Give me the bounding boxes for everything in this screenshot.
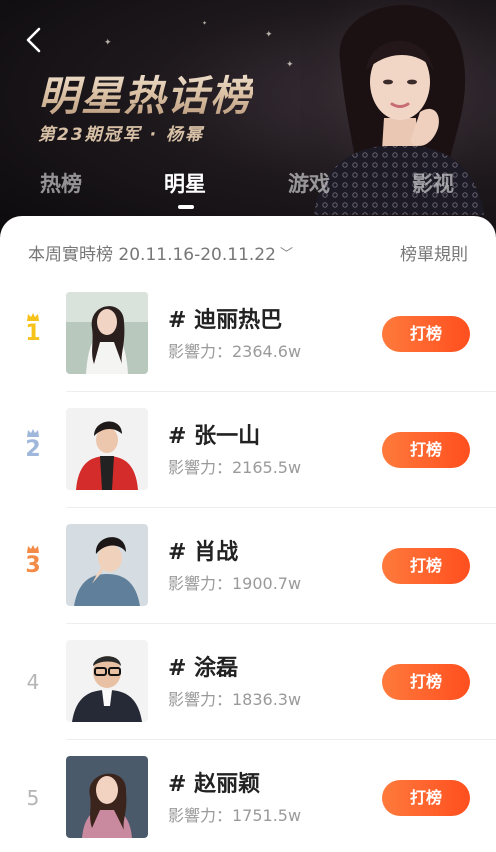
influence-score: 影響力：2165.5w bbox=[168, 458, 302, 477]
rank-number: 1 bbox=[25, 321, 41, 346]
ranking-row[interactable]: 1 # 迪丽热巴 影響力：2364.6w 打榜 bbox=[0, 276, 496, 392]
star-name: # 涂磊 bbox=[168, 656, 239, 681]
header-banner: ✦ ✦ ✦ ✦ 明星热话榜 第23期冠军 · 杨幂 热榜 明星 游戏 影视 bbox=[0, 0, 496, 240]
ranking-row[interactable]: 4 # 涂磊 影響力：1836.3w 打榜 bbox=[0, 624, 496, 740]
avatar[interactable] bbox=[66, 640, 148, 722]
ranking-card: 本周實時榜 20.11.16-20.11.22 ﹀ 榜單規則 1 # 迪丽热巴 … bbox=[0, 216, 496, 852]
avatar[interactable] bbox=[66, 292, 148, 374]
champion-subtitle: 第23期冠军 · 杨幂 bbox=[38, 125, 204, 145]
avatar[interactable] bbox=[66, 524, 148, 606]
ranking-list: 1 # 迪丽热巴 影響力：2364.6w 打榜 2 # 张一山 影響力：2165… bbox=[0, 276, 496, 852]
sparkle-icon: ✦ bbox=[202, 20, 208, 27]
avatar[interactable] bbox=[66, 408, 148, 490]
influence-score: 影響力：2364.6w bbox=[168, 342, 302, 361]
chevron-left-icon bbox=[26, 27, 41, 53]
rank-number: 3 bbox=[25, 553, 41, 578]
influence-score: 影響力：1900.7w bbox=[168, 574, 302, 593]
rank-badge: 3 bbox=[18, 544, 48, 578]
star-name: # 赵丽颖 bbox=[168, 772, 261, 797]
vote-button[interactable]: 打榜 bbox=[382, 780, 470, 816]
tab-games[interactable]: 游戏 bbox=[288, 168, 330, 198]
ranking-row[interactable]: 5 # 赵丽颖 影響力：1751.5w 打榜 bbox=[0, 740, 496, 852]
avatar[interactable] bbox=[66, 756, 148, 838]
star-name: # 张一山 bbox=[168, 424, 261, 449]
ranking-row[interactable]: 2 # 张一山 影響力：2165.5w 打榜 bbox=[0, 392, 496, 508]
influence-score: 影響力：1836.3w bbox=[168, 690, 302, 709]
category-tabs: 热榜 明星 游戏 影视 bbox=[0, 168, 496, 212]
rank-number: 5 bbox=[26, 786, 40, 810]
period-selector[interactable]: 本周實時榜 20.11.16-20.11.22 ﹀ bbox=[28, 240, 293, 265]
chevron-down-icon: ﹀ bbox=[279, 247, 293, 262]
sparkle-icon: ✦ bbox=[286, 60, 294, 70]
rank-badge: 1 bbox=[18, 312, 48, 346]
screen: ✦ ✦ ✦ ✦ 明星热话榜 第23期冠军 · 杨幂 热榜 明星 游戏 影视 本周… bbox=[0, 0, 496, 852]
star-name: # 肖战 bbox=[168, 540, 239, 565]
tab-movies[interactable]: 影视 bbox=[412, 168, 454, 198]
vote-button[interactable]: 打榜 bbox=[382, 664, 470, 700]
active-tab-indicator bbox=[178, 205, 194, 209]
rank-badge: 5 bbox=[18, 776, 48, 810]
vote-button[interactable]: 打榜 bbox=[382, 432, 470, 468]
rules-link[interactable]: 榜單規則 bbox=[400, 240, 468, 265]
rank-badge: 2 bbox=[18, 428, 48, 462]
vote-button[interactable]: 打榜 bbox=[382, 548, 470, 584]
back-button[interactable] bbox=[20, 24, 48, 56]
period-label: 本周實時榜 20.11.16-20.11.22 bbox=[28, 245, 276, 265]
sparkle-icon: ✦ bbox=[104, 38, 112, 48]
influence-score: 影響力：1751.5w bbox=[168, 806, 302, 825]
vote-button[interactable]: 打榜 bbox=[382, 316, 470, 352]
page-title: 明星热话榜 bbox=[38, 62, 253, 122]
star-name: # 迪丽热巴 bbox=[168, 308, 283, 333]
tab-hot[interactable]: 热榜 bbox=[40, 168, 82, 198]
rank-badge: 4 bbox=[18, 660, 48, 694]
tab-stars[interactable]: 明星 bbox=[164, 168, 206, 198]
rank-number: 2 bbox=[25, 437, 41, 462]
ranking-row[interactable]: 3 # 肖战 影響力：1900.7w 打榜 bbox=[0, 508, 496, 624]
rank-number: 4 bbox=[26, 670, 40, 694]
sparkle-icon: ✦ bbox=[265, 30, 273, 40]
